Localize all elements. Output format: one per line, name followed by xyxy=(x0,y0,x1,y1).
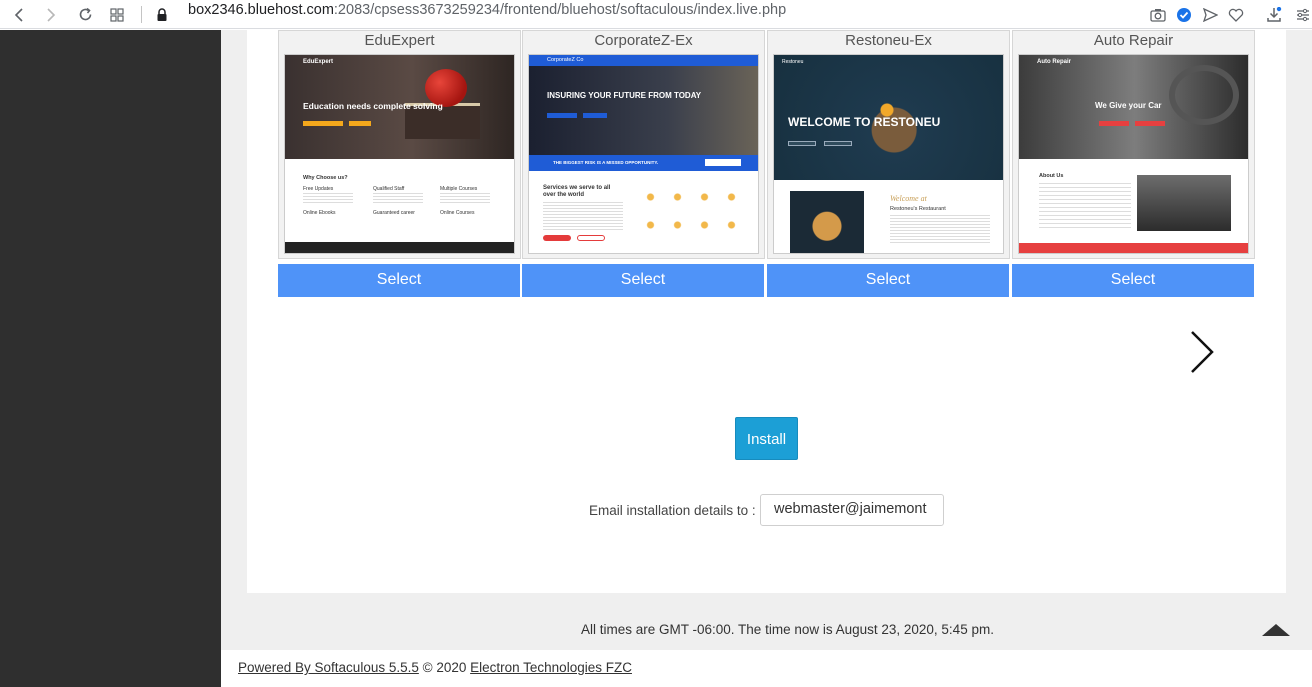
download-icon[interactable] xyxy=(1264,0,1284,29)
electron-link[interactable]: Electron Technologies FZC xyxy=(470,660,632,675)
thumb-button xyxy=(1135,121,1165,126)
cpanel-sidebar xyxy=(0,30,221,687)
lock-icon[interactable] xyxy=(154,0,170,29)
reload-icon[interactable] xyxy=(74,0,96,29)
thumb-feature: Multiple Courses xyxy=(440,186,478,192)
thumb-brand: EduExpert xyxy=(303,59,334,65)
thumb-text-lines xyxy=(890,215,990,245)
toolbar-divider xyxy=(141,6,142,23)
thumb-text-lines xyxy=(440,193,490,203)
thumb-banner-text: THE BIGGEST RISK IS A MISSED OPPORTUNITY… xyxy=(553,160,659,165)
thumb-headline: INSURING YOUR FUTURE FROM TODAY xyxy=(547,91,702,100)
forward-icon[interactable] xyxy=(40,0,62,29)
thumb-section: About Us xyxy=(1039,173,1064,179)
theme-screenshot[interactable]: EduExpert Education needs complete solvi… xyxy=(284,54,515,254)
heart-icon[interactable] xyxy=(1226,0,1246,29)
theme-screenshot[interactable]: CorporateZ Co INSURING YOUR FUTURE FROM … xyxy=(528,54,759,254)
theme-title: EduExpert xyxy=(364,32,435,49)
thumb-button xyxy=(577,235,605,241)
select-button-autorepair[interactable]: Select xyxy=(1012,264,1254,297)
footer: Powered By Softaculous 5.5.5 © 2020 Elec… xyxy=(238,660,632,675)
select-button-restoneu[interactable]: Select xyxy=(767,264,1009,297)
thumb-headline: WELCOME TO RESTONEU xyxy=(788,115,941,129)
thumb-button xyxy=(824,141,852,146)
thumb-subhead: Welcome at xyxy=(890,194,927,203)
thumb-text-lines xyxy=(303,193,353,203)
thumb-dish-photo xyxy=(790,191,864,253)
scroll-to-top-icon[interactable] xyxy=(1262,623,1290,637)
url-host: box2346.bluehost.com xyxy=(188,2,334,18)
theme-title: Auto Repair xyxy=(1093,32,1174,49)
time-note: All times are GMT -06:00. The time now i… xyxy=(581,622,994,637)
thumb-headline: Education needs complete solving xyxy=(303,101,443,111)
thumb-button xyxy=(788,141,816,146)
thumb-brand: Auto Repair xyxy=(1037,59,1072,65)
thumb-section: Services we serve to all over the world xyxy=(543,185,611,198)
copyright-text: © 2020 xyxy=(422,660,467,675)
back-icon[interactable] xyxy=(8,0,30,29)
thumb-feature: Online Ebooks xyxy=(303,210,336,216)
thumb-section: Why Choose us? xyxy=(303,175,348,181)
theme-screenshot[interactable]: Auto Repair We Give your Car About Us xyxy=(1018,54,1249,254)
install-button[interactable]: Install xyxy=(735,417,798,460)
thumb-feature: Guaranteed career xyxy=(373,210,415,216)
thumb-feature: Qualified Staff xyxy=(373,186,405,192)
thumb-button xyxy=(1099,121,1129,126)
camera-icon[interactable] xyxy=(1148,0,1168,29)
thumb-button xyxy=(547,113,577,118)
thumb-button xyxy=(349,121,371,126)
thumb-feature: Online Courses xyxy=(440,210,475,216)
theme-card-restoneu[interactable]: Restoneu-Ex Restoneu WELCOME TO RESTONEU… xyxy=(767,30,1010,259)
select-button-eduexpert[interactable]: Select xyxy=(278,264,520,297)
theme-card-corporatez[interactable]: CorporateZ-Ex CorporateZ Co INSURING YOU… xyxy=(522,30,765,259)
softaculous-link[interactable]: Powered By Softaculous 5.5.5 xyxy=(238,660,419,675)
browser-toolbar: box2346.bluehost.com:2083/cpsess36732592… xyxy=(0,0,1312,29)
vpn-shield-icon[interactable] xyxy=(1174,0,1194,29)
theme-card-autorepair[interactable]: Auto Repair Auto Repair We Give your Car… xyxy=(1012,30,1255,259)
theme-title: Restoneu-Ex xyxy=(845,32,932,49)
easy-setup-icon[interactable] xyxy=(1294,0,1312,29)
address-bar[interactable]: box2346.bluehost.com:2083/cpsess36732592… xyxy=(188,2,786,18)
theme-card-eduexpert[interactable]: EduExpert EduExpert Education needs comp… xyxy=(278,30,521,259)
thumb-feature: Free Updates xyxy=(303,186,334,192)
select-button-corporatez[interactable]: Select xyxy=(522,264,764,297)
thumb-text-lines xyxy=(543,202,623,232)
thumb-button xyxy=(705,159,741,166)
theme-screenshot[interactable]: Restoneu WELCOME TO RESTONEU Welcome at … xyxy=(773,54,1004,254)
thumb-button xyxy=(303,121,343,126)
speed-dial-icon[interactable] xyxy=(106,0,128,29)
thumb-section: Restoneu's Restaurant xyxy=(890,206,946,212)
wheel-shape xyxy=(1169,65,1239,125)
thumb-service-icons xyxy=(637,183,747,245)
thumb-headline: We Give your Car xyxy=(1095,101,1162,110)
thumb-footer xyxy=(285,242,514,253)
theme-title: CorporateZ-Ex xyxy=(594,32,693,49)
send-icon[interactable] xyxy=(1200,0,1220,29)
email-label: Email installation details to : xyxy=(589,503,756,518)
email-field[interactable]: webmaster@jaimemont xyxy=(760,494,944,526)
thumb-car-photo xyxy=(1137,175,1231,231)
thumb-button xyxy=(543,235,571,241)
next-themes-arrow-icon[interactable] xyxy=(1186,330,1216,374)
thumb-brand: Restoneu xyxy=(782,59,804,65)
hero-image xyxy=(529,55,758,155)
thumb-footer xyxy=(1019,243,1248,253)
thumb-button xyxy=(583,113,607,118)
url-path: :2083/cpsess3673259234/frontend/bluehost… xyxy=(333,2,787,18)
thumb-text-lines xyxy=(373,193,423,203)
thumb-text-lines xyxy=(1039,183,1131,231)
thumb-brand: CorporateZ Co xyxy=(547,57,584,63)
